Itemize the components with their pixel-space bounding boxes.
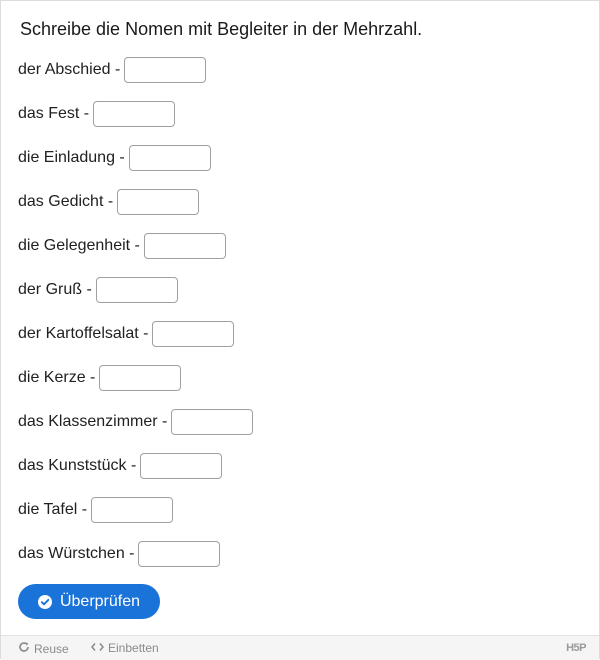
- answer-input[interactable]: [93, 101, 176, 127]
- answer-input[interactable]: [91, 497, 174, 523]
- noun-label: das Kunststück -: [18, 457, 137, 474]
- blanks-list: der Abschied - das Fest - die Einladung …: [18, 57, 254, 585]
- answer-input[interactable]: [95, 277, 178, 303]
- check-button-label: Überprüfen: [59, 592, 141, 610]
- check-button[interactable]: Überprüfen: [18, 584, 160, 619]
- answer-input[interactable]: [140, 453, 223, 479]
- blank-row: das Klassenzimmer -: [18, 409, 254, 453]
- embed-button[interactable]: Einbetten: [91, 641, 159, 655]
- blank-row: die Gelegenheit -: [18, 233, 253, 277]
- blank-row: der Kartoffelsalat -: [18, 321, 253, 365]
- answer-input[interactable]: [128, 145, 211, 171]
- task-description: Schreibe die Nomen mit Begleiter in der …: [20, 19, 423, 39]
- noun-label: der Abschied -: [18, 61, 121, 78]
- blank-row: das Kunststück -: [18, 453, 253, 497]
- blank-row: die Kerze -: [18, 365, 253, 409]
- noun-label: die Tafel -: [18, 501, 88, 518]
- h5p-content: Schreibe die Nomen mit Begleiter in der …: [0, 0, 600, 660]
- answer-input[interactable]: [124, 57, 207, 83]
- answer-input[interactable]: [117, 189, 200, 215]
- answer-input[interactable]: [99, 365, 182, 391]
- answer-input[interactable]: [171, 409, 254, 435]
- code-icon: [91, 641, 104, 655]
- blank-row: das Würstchen -: [18, 541, 253, 585]
- reuse-button[interactable]: Reuse: [18, 641, 69, 656]
- check-circle-icon: [37, 594, 52, 609]
- answer-input[interactable]: [143, 233, 226, 259]
- noun-label: das Gedicht -: [18, 193, 114, 210]
- noun-label: die Einladung -: [18, 149, 125, 166]
- answer-input[interactable]: [152, 321, 235, 347]
- noun-label: der Kartoffelsalat -: [18, 325, 149, 342]
- noun-label: das Klassenzimmer -: [18, 413, 168, 430]
- blank-row: der Gruß -: [18, 277, 253, 321]
- blank-row: das Fest -: [18, 101, 253, 145]
- refresh-icon: [18, 641, 30, 656]
- blank-row: die Einladung -: [18, 145, 253, 189]
- blank-row: die Tafel -: [18, 497, 253, 541]
- blank-row: der Abschied -: [18, 57, 253, 101]
- noun-label: das Würstchen -: [18, 545, 135, 562]
- noun-label: das Fest -: [18, 105, 90, 122]
- answer-input[interactable]: [138, 541, 221, 567]
- noun-label: die Gelegenheit -: [18, 237, 140, 254]
- embed-label: Einbetten: [108, 641, 159, 655]
- footer-bar: Reuse Einbetten H5P: [1, 635, 599, 660]
- blank-row: das Gedicht -: [18, 189, 253, 233]
- noun-label: die Kerze -: [18, 369, 96, 386]
- reuse-label: Reuse: [34, 641, 69, 656]
- noun-label: der Gruß -: [18, 281, 92, 298]
- h5p-logo: H5P: [566, 642, 586, 654]
